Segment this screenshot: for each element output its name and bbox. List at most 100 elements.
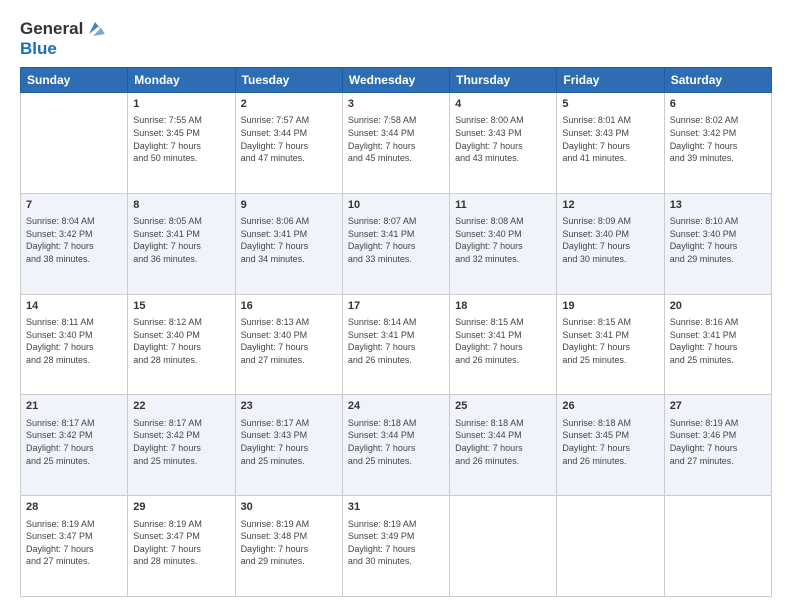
day-number: 20 [670,299,766,314]
cell-info-line: Daylight: 7 hours [133,241,201,251]
calendar-table: SundayMondayTuesdayWednesdayThursdayFrid… [20,67,772,597]
cell-content: Sunrise: 7:57 AMSunset: 3:44 PMDaylight:… [241,114,337,164]
calendar-header-sunday: Sunday [21,68,128,93]
sunrise-info: Sunrise: 8:19 AM [133,519,202,529]
sunrise-info: Sunrise: 8:11 AM [26,317,94,327]
sunset-info: Sunset: 3:44 PM [455,430,522,440]
calendar-header-friday: Friday [557,68,664,93]
day-number: 4 [455,97,551,112]
calendar-cell: 4 Sunrise: 8:00 AMSunset: 3:43 PMDaylight… [450,93,557,194]
cell-content: Sunrise: 8:05 AM Sunset: 3:41 PM Daylight:… [133,215,229,265]
calendar-cell: 21Sunrise: 8:17 AMSunset: 3:42 PMDayligh… [21,395,128,496]
calendar-cell: 10 Sunrise: 8:07 AMSunset: 3:41 PMDayligh… [342,193,449,294]
cell-content: Sunrise: 8:00 AMSunset: 3:43 PMDaylight:… [455,114,551,164]
sunset-info: Sunset: 3:40 PM [26,330,93,340]
day-number: 1 [133,97,229,112]
cell-info-line: and 50 minutes. [133,153,197,163]
day-number: 2 [241,97,337,112]
day-number: 29 [133,500,229,515]
calendar-cell: 18Sunrise: 8:15 AMSunset: 3:41 PMDayligh… [450,294,557,395]
sunset-info: Sunset: 3:40 PM [562,229,629,239]
day-number: 27 [670,399,766,414]
calendar-cell: 30Sunrise: 8:19 AMSunset: 3:48 PMDayligh… [235,496,342,597]
cell-info-line: and 45 minutes. [348,153,412,163]
sunrise-info: Sunrise: 8:00 AM [455,115,524,125]
cell-info-line: Daylight: 7 hours [670,241,738,251]
cell-content: Sunrise: 8:13 AMSunset: 3:40 PMDaylight:… [241,316,337,366]
cell-content: Sunrise: 8:18 AMSunset: 3:44 PMDaylight:… [348,417,444,467]
calendar-cell: 20Sunrise: 8:16 AMSunset: 3:41 PMDayligh… [664,294,771,395]
cell-info-line: and 33 minutes. [348,254,412,264]
cell-info-line: and 30 minutes. [348,556,412,566]
sunrise-info: Sunrise: 8:05 AM [133,216,202,226]
header: General Blue [20,15,772,59]
calendar-cell: 6Sunrise: 8:02 AMSunset: 3:42 PMDaylight… [664,93,771,194]
cell-info-line: Daylight: 7 hours [26,342,94,352]
cell-info-line: and 29 minutes. [241,556,305,566]
day-number: 25 [455,399,551,414]
sunset-info: Sunset: 3:41 PM [133,229,200,239]
sunrise-info: Sunrise: 8:19 AM [348,519,417,529]
cell-info-line: Daylight: 7 hours [670,342,738,352]
calendar-cell: 13Sunrise: 8:10 AMSunset: 3:40 PMDayligh… [664,193,771,294]
sunrise-info: Sunrise: 8:01 AM [562,115,631,125]
cell-content: Sunrise: 8:07 AMSunset: 3:41 PMDaylight:… [348,215,444,265]
cell-info-line: and 25 minutes. [26,456,90,466]
cell-info-line: Daylight: 7 hours [26,241,94,251]
calendar-week-5: 28Sunrise: 8:19 AMSunset: 3:47 PMDayligh… [21,496,772,597]
day-number: 26 [562,399,658,414]
sunrise-info: Sunrise: 8:10 AM [670,216,739,226]
day-number: 8 [133,198,229,213]
cell-content: Sunrise: 8:09 AMSunset: 3:40 PMDaylight:… [562,215,658,265]
calendar-cell: 17Sunrise: 8:14 AMSunset: 3:41 PMDayligh… [342,294,449,395]
cell-info-line: Daylight: 7 hours [455,141,523,151]
calendar-cell [664,496,771,597]
cell-info-line: Daylight: 7 hours [455,443,523,453]
calendar-cell [450,496,557,597]
calendar-cell: 3 Sunrise: 7:58 AMSunset: 3:44 PMDaylight… [342,93,449,194]
cell-info-line: and 26 minutes. [455,456,519,466]
day-number: 15 [133,299,229,314]
page: General Blue SundayMondayTuesdayWednesda… [0,0,792,612]
cell-info-line: Daylight: 7 hours [241,141,309,151]
sunset-info: Sunset: 3:48 PM [241,531,308,541]
sunset-info: Sunset: 3:41 PM [348,229,415,239]
cell-info-line: and 27 minutes. [670,456,734,466]
calendar-cell: 5Sunrise: 8:01 AMSunset: 3:43 PMDaylight… [557,93,664,194]
sunrise-info: Sunrise: 8:18 AM [562,418,631,428]
cell-info-line: Daylight: 7 hours [348,241,416,251]
calendar-cell: 31Sunrise: 8:19 AMSunset: 3:49 PMDayligh… [342,496,449,597]
calendar-cell: 22Sunrise: 8:17 AMSunset: 3:42 PMDayligh… [128,395,235,496]
day-number: 24 [348,399,444,414]
cell-info-line: Daylight: 7 hours [562,342,630,352]
calendar-week-3: 14Sunrise: 8:11 AMSunset: 3:40 PMDayligh… [21,294,772,395]
cell-content: Sunrise: 8:10 AMSunset: 3:40 PMDaylight:… [670,215,766,265]
day-number: 11 [455,198,551,213]
day-number: 3 [348,97,444,112]
sunrise-info: Sunrise: 7:58 AM [348,115,417,125]
day-number: 10 [348,198,444,213]
sunset-info: Sunset: 3:41 PM [348,330,415,340]
cell-info-line: and 28 minutes. [133,355,197,365]
day-number: 23 [241,399,337,414]
cell-info-line: and 25 minutes. [133,456,197,466]
logo: General Blue [20,19,105,59]
cell-content: Sunrise: 7:58 AMSunset: 3:44 PMDaylight:… [348,114,444,164]
calendar-header-tuesday: Tuesday [235,68,342,93]
calendar-cell: 12 Sunrise: 8:09 AMSunset: 3:40 PMDayligh… [557,193,664,294]
calendar-cell: 19Sunrise: 8:15 AMSunset: 3:41 PMDayligh… [557,294,664,395]
sunrise-info: Sunrise: 8:12 AM [133,317,202,327]
calendar-cell [557,496,664,597]
day-number: 22 [133,399,229,414]
day-number: 31 [348,500,444,515]
cell-content: Sunrise: 8:19 AMSunset: 3:48 PMDaylight:… [241,518,337,568]
cell-content: Sunrise: 8:18 AMSunset: 3:45 PMDaylight:… [562,417,658,467]
sunrise-info: Sunrise: 8:06 AM [241,216,310,226]
sunrise-info: Sunrise: 8:19 AM [670,418,739,428]
cell-info-line: Daylight: 7 hours [133,443,201,453]
calendar-cell: 24 Sunrise: 8:18 AMSunset: 3:44 PMDayligh… [342,395,449,496]
sunset-info: Sunset: 3:42 PM [670,128,737,138]
cell-content: Sunrise: 8:01 AMSunset: 3:43 PMDaylight:… [562,114,658,164]
sunrise-info: Sunrise: 8:19 AM [26,519,95,529]
day-number: 12 [562,198,658,213]
